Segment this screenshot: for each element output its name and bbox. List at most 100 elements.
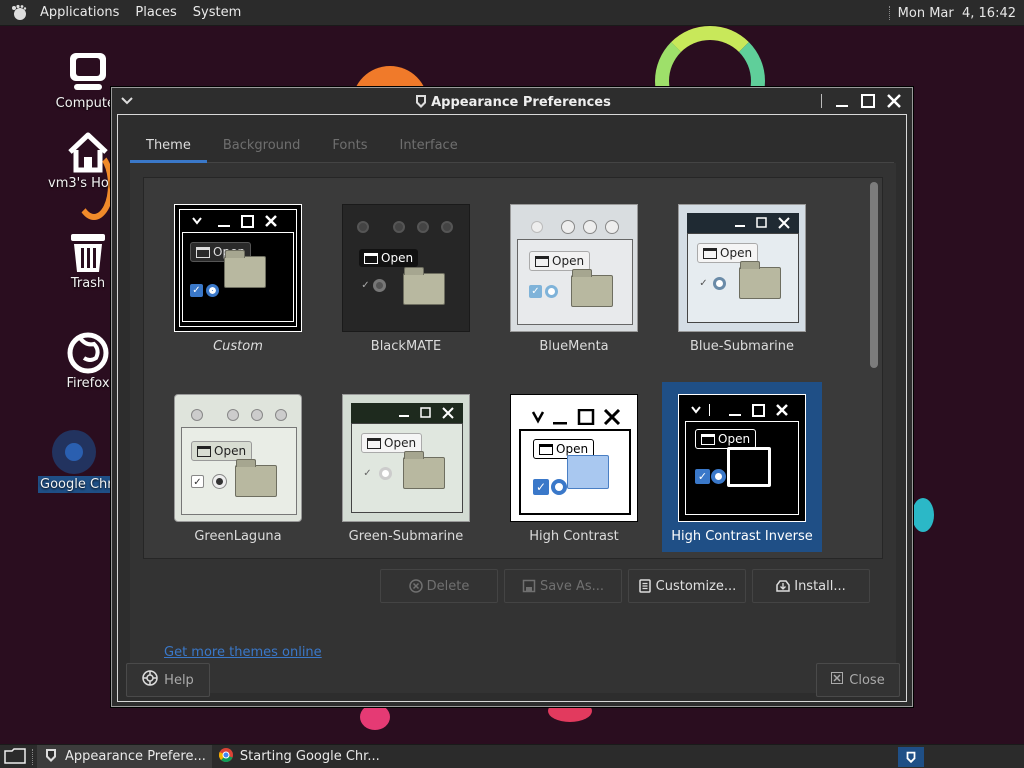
theme-label: High Contrast: [529, 529, 619, 544]
thumb-open-button: Open: [361, 433, 423, 453]
checkbox-icon: ✓: [529, 285, 542, 298]
window-dot-icon: [441, 221, 453, 233]
wallpaper-blob: [912, 498, 934, 532]
close-button[interactable]: Close: [816, 663, 900, 697]
folder-icon: [571, 269, 613, 307]
titlebar-separator: [821, 94, 822, 108]
appearance-icon: [413, 93, 429, 113]
window-dot-icon: [583, 220, 597, 234]
tab-background[interactable]: Background: [207, 129, 317, 163]
window-dot-icon: [417, 221, 429, 233]
help-button[interactable]: Help: [126, 663, 210, 697]
radio-icon: [711, 469, 726, 484]
theme-thumbnail: Open ✓: [510, 204, 638, 332]
thumb-open-button: Open: [695, 429, 757, 449]
menu-applications[interactable]: Applications: [32, 0, 127, 26]
install-icon: [776, 579, 790, 593]
window-dot-icon: [191, 409, 203, 421]
close-window-button[interactable]: [884, 91, 904, 111]
thumb-open-button: Open: [697, 243, 759, 263]
theme-item-blue-submarine[interactable]: Open ✓ Blue-Submarine: [662, 192, 822, 362]
window-title-text: Appearance Preferences: [431, 95, 611, 110]
checkbox-icon: ✓: [190, 284, 203, 297]
theme-thumbnail: Open ✓: [342, 204, 470, 332]
radio-icon: [545, 285, 558, 298]
theme-item-high-contrast[interactable]: Open ✓ High Contrast: [494, 382, 654, 552]
menu-places[interactable]: Places: [127, 0, 184, 26]
install-button[interactable]: Install...: [752, 569, 870, 603]
titlebar[interactable]: Appearance Preferences: [112, 88, 912, 114]
customize-button[interactable]: Customize...: [628, 569, 746, 603]
dialog-button-row: Help Close: [118, 663, 908, 703]
folder-icon: [224, 250, 266, 288]
checkbox-icon: ✓: [191, 475, 204, 488]
thumb-open-button: Open: [529, 251, 591, 271]
customize-icon: [638, 579, 652, 593]
radio-icon: [379, 467, 392, 480]
chrome-icon: [50, 428, 98, 476]
radio-icon: [373, 279, 386, 292]
radio-icon: [551, 479, 567, 495]
wallpaper-blob: [360, 704, 390, 730]
save-icon: [522, 579, 536, 593]
clock[interactable]: Mon Mar 4, 16:42: [898, 6, 1016, 21]
radio-icon: [206, 284, 219, 297]
task-google-chrome[interactable]: Starting Google Chr...: [212, 745, 386, 768]
panel-separator: [888, 6, 892, 20]
tray-appearance-icon[interactable]: [898, 747, 924, 767]
delete-icon: [408, 579, 423, 593]
theme-item-green-submarine[interactable]: Open ✓ Green-Submarine: [326, 382, 486, 552]
theme-label: BlueMenta: [539, 339, 609, 354]
folder-icon: [403, 451, 445, 489]
menu-system[interactable]: System: [185, 0, 249, 26]
theme-thumbnail: Open ✓: [678, 394, 806, 522]
firefox-icon: [64, 328, 112, 376]
minimize-button[interactable]: [832, 91, 852, 111]
theme-thumbnail: Open ✓: [174, 204, 302, 332]
window-dot-icon: [227, 409, 239, 421]
window-dot-icon: [561, 220, 575, 234]
theme-actions: Delete Save As... Customize... Install..…: [380, 569, 870, 603]
task-appearance-preferences[interactable]: Appearance Prefere...: [37, 744, 212, 768]
show-desktop-icon: [4, 746, 26, 768]
theme-item-bluementa[interactable]: Open ✓ BlueMenta: [494, 192, 654, 362]
theme-thumbnail: Open ✓: [510, 394, 638, 522]
folder-icon: [403, 267, 445, 305]
appearance-preferences-window: Appearance Preferences Theme Background …: [111, 87, 913, 707]
checkbox-icon: ✓: [361, 280, 370, 291]
show-desktop-button[interactable]: [0, 745, 30, 768]
radio-icon: [213, 475, 226, 488]
checkbox-icon: ✓: [533, 479, 549, 495]
theme-item-custom[interactable]: Open ✓ Custom: [158, 192, 318, 362]
tab-theme[interactable]: Theme: [130, 129, 207, 163]
folder-icon: [739, 261, 781, 299]
window-dot-icon: [357, 221, 369, 233]
theme-item-high-contrast-inverse[interactable]: Open ✓ High Contrast Inverse: [662, 382, 822, 552]
tab-interface[interactable]: Interface: [383, 129, 473, 163]
delete-button[interactable]: Delete: [380, 569, 498, 603]
checkbox-icon: ✓: [695, 469, 710, 484]
theme-label: BlackMATE: [370, 339, 442, 354]
theme-item-greenlaguna[interactable]: Open ✓ GreenLaguna: [158, 382, 318, 552]
top-panel: Applications Places System Mon Mar 4, 16…: [0, 0, 1024, 26]
desktop-icon-chrome[interactable]: Google Chrome: [38, 428, 110, 493]
tab-bar: Theme Background Fonts Interface: [130, 129, 894, 163]
maximize-button[interactable]: [858, 91, 878, 111]
bottom-panel: Appearance Prefere... Starting Google Ch…: [0, 744, 1024, 768]
thumb-open-button: Open: [359, 249, 419, 267]
theme-label: GreenLaguna: [194, 529, 282, 544]
theme-thumbnail: Open ✓: [174, 394, 302, 522]
window-dot-icon: [605, 220, 619, 234]
gnome-foot-icon[interactable]: [8, 2, 30, 24]
tab-fonts[interactable]: Fonts: [316, 129, 383, 163]
theme-thumbnail: Open ✓: [678, 204, 806, 332]
window-dot-icon: [275, 409, 287, 421]
theme-item-blackmate[interactable]: Open ✓ BlackMATE: [326, 192, 486, 362]
scrollbar[interactable]: [870, 182, 878, 368]
theme-thumbnail: Open ✓: [342, 394, 470, 522]
computer-icon: [64, 48, 112, 96]
get-more-themes-link[interactable]: Get more themes online: [164, 645, 322, 660]
theme-grid: Open ✓ Custom Open: [143, 177, 883, 559]
window-content: Theme Background Fonts Interface Open ✓: [117, 114, 907, 702]
save-as-button[interactable]: Save As...: [504, 569, 622, 603]
